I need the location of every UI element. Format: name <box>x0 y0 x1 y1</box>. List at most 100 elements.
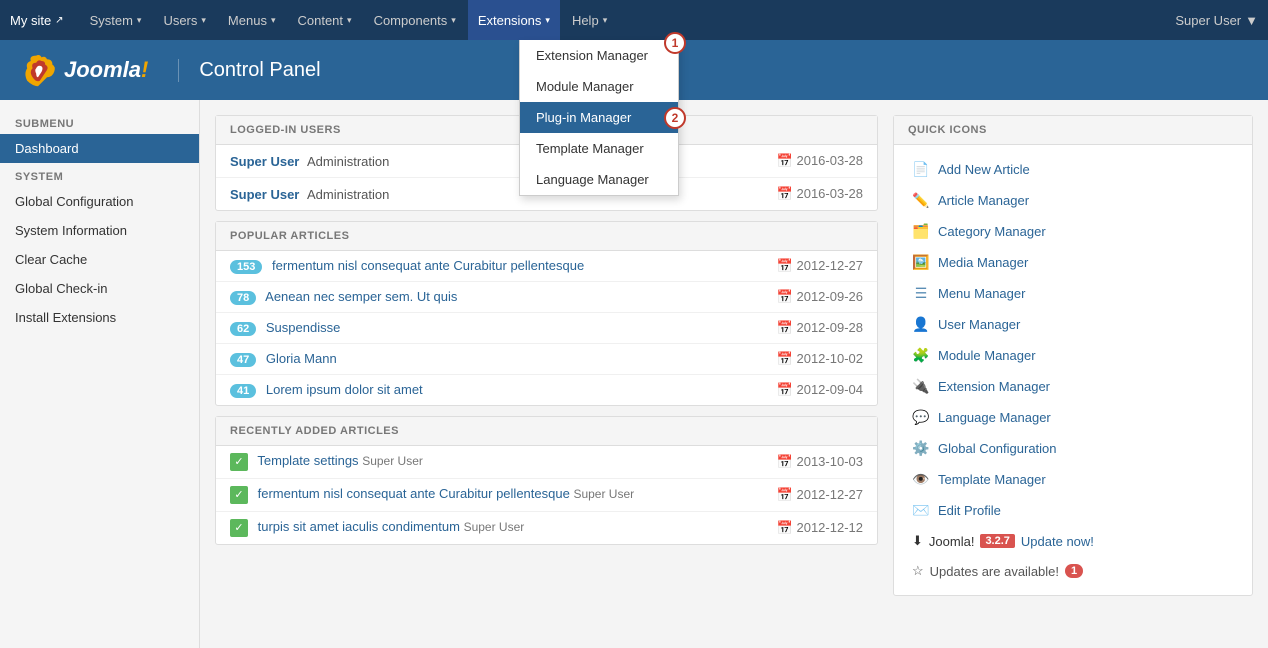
updates-label: Updates are available! <box>930 564 1059 579</box>
main-content: LOGGED-IN USERS Super User Administratio… <box>200 100 1268 648</box>
template-manager-icon: 👁️ <box>912 471 930 488</box>
media-manager-icon: 🖼️ <box>912 254 930 271</box>
article-count: 47 <box>230 353 256 367</box>
top-navbar: My site ↗ System▾Users▾Menus▾Content▾Com… <box>0 0 1268 40</box>
recent-cell: ✓ turpis sit amet iaculis condimentum Su… <box>216 512 739 545</box>
quick-icon-add-article[interactable]: 📄Add New Article <box>904 155 1242 184</box>
add-article-icon: 📄 <box>912 161 930 178</box>
table-row: 62 Suspendisse 📅 2012-09-28 <box>216 313 877 344</box>
nav-item-extensions[interactable]: Extensions▾ <box>468 0 560 40</box>
nav-label: System <box>90 13 133 28</box>
date-cell: 📅 2012-12-27 <box>739 479 877 512</box>
chevron-icon: ▾ <box>137 15 142 26</box>
quick-icon-label: Extension Manager <box>938 379 1050 394</box>
article-link[interactable]: Aenean nec semper sem. Ut quis <box>265 289 457 304</box>
article-cell: 41 Lorem ipsum dolor sit amet <box>216 375 725 406</box>
quick-icon-user-manager[interactable]: 👤User Manager <box>904 310 1242 339</box>
user-manager-icon: 👤 <box>912 316 930 333</box>
chevron-icon: ▾ <box>451 15 456 26</box>
quick-icon-language-manager[interactable]: 💬Language Manager <box>904 403 1242 432</box>
article-link[interactable]: Lorem ipsum dolor sit amet <box>266 382 423 397</box>
dropdown-item-extension-manager[interactable]: Extension Manager1 <box>520 40 678 71</box>
sidebar-item-global-checkin[interactable]: Global Check-in <box>0 274 199 303</box>
nav-item-users[interactable]: Users▾ <box>153 0 215 40</box>
joomla-label: Joomla! <box>929 534 975 549</box>
step-2-circle: 2 <box>664 107 686 129</box>
popular-articles-panel: POPULAR ARTICLES 153 fermentum nisl cons… <box>215 221 878 406</box>
quick-icon-edit-profile[interactable]: ✉️Edit Profile <box>904 496 1242 525</box>
article-link[interactable]: Gloria Mann <box>266 351 337 366</box>
date-cell: 📅 2012-10-02 <box>725 344 877 375</box>
quick-icon-article-manager[interactable]: ✏️Article Manager <box>904 186 1242 215</box>
site-link[interactable]: My site ↗ <box>10 13 64 28</box>
module-manager-icon: 🧩 <box>912 347 930 364</box>
quick-icon-category-manager[interactable]: 🗂️Category Manager <box>904 217 1242 246</box>
article-cell: 47 Gloria Mann <box>216 344 725 375</box>
quick-icons-panel: QUICK ICONS 📄Add New Article✏️Article Ma… <box>893 115 1253 596</box>
article-cell: 78 Aenean nec semper sem. Ut quis <box>216 282 725 313</box>
quick-icon-label: Edit Profile <box>938 503 1001 518</box>
table-row: ✓ Template settings Super User 📅 2013-10… <box>216 446 877 479</box>
chevron-icon: ▾ <box>603 15 608 26</box>
sidebar: SUBMENU Dashboard SYSTEM Global Configur… <box>0 100 200 648</box>
quick-icon-media-manager[interactable]: 🖼️ Media Manager <box>904 248 1242 277</box>
date-cell: 📅 2012-09-04 <box>725 375 877 406</box>
extension-manager-icon: 🔌 <box>912 378 930 395</box>
table-row: ✓ fermentum nisl consequat ante Curabitu… <box>216 479 877 512</box>
joomla-flame-icon <box>20 52 56 88</box>
nav-label: Users <box>163 13 197 28</box>
nav-item-help[interactable]: Help▾ <box>562 0 617 40</box>
recent-article-link[interactable]: Template settings <box>257 453 358 468</box>
table-row: ✓ turpis sit amet iaculis condimentum Su… <box>216 512 877 545</box>
calendar-icon: 📅 <box>777 454 793 469</box>
updates-count-badge: 1 <box>1065 564 1083 578</box>
nav-item-content[interactable]: Content▾ <box>287 0 361 40</box>
super-user-menu[interactable]: Super User ▼ <box>1175 13 1258 28</box>
check-icon: ✓ <box>230 453 248 471</box>
dropdown-item-module-manager[interactable]: Module Manager <box>520 71 678 102</box>
article-link[interactable]: Suspendisse <box>266 320 340 335</box>
user-role: Administration <box>307 154 389 169</box>
global-config-icon: ⚙️ <box>912 440 930 457</box>
dropdown-item-plugin-manager[interactable]: Plug-in Manager2 <box>520 102 678 133</box>
recently-added-body: ✓ Template settings Super User 📅 2013-10… <box>216 446 877 544</box>
date-cell: 📅 2012-12-12 <box>739 512 877 545</box>
nav-item-system[interactable]: System ▾ <box>80 0 152 40</box>
nav-label: Extensions <box>478 13 542 28</box>
quick-icon-module-manager[interactable]: 🧩Module Manager <box>904 341 1242 370</box>
article-link[interactable]: fermentum nisl consequat ante Curabitur … <box>272 258 584 273</box>
sidebar-item-system-info[interactable]: System Information <box>0 216 199 245</box>
sidebar-item-clear-cache[interactable]: Clear Cache <box>0 245 199 274</box>
quick-icon-template-manager[interactable]: 👁️Template Manager <box>904 465 1242 494</box>
nav-items: System▾Users▾Menus▾Content▾Components▾Ex… <box>80 0 1176 40</box>
sidebar-item-dashboard[interactable]: Dashboard <box>0 134 199 163</box>
user-link[interactable]: Super User <box>230 187 299 202</box>
nav-item-menus[interactable]: Menus▾ <box>218 0 286 40</box>
sidebar-item-install-ext[interactable]: Install Extensions <box>0 303 199 332</box>
article-count: 62 <box>230 322 256 336</box>
sidebar-item-global-config[interactable]: Global Configuration <box>0 187 199 216</box>
recent-cell: ✓ Template settings Super User <box>216 446 739 479</box>
dropdown-item-language-manager[interactable]: Language Manager <box>520 164 678 195</box>
updates-available-row: ☆ Updates are available! 1 <box>904 557 1242 585</box>
quick-icon-global-config[interactable]: ⚙️Global Configuration <box>904 434 1242 463</box>
site-label: My site <box>10 13 51 28</box>
recent-article-link[interactable]: fermentum nisl consequat ante Curabitur … <box>258 486 570 501</box>
quick-icon-label: Article Manager <box>938 193 1029 208</box>
nav-item-components[interactable]: Components▾ <box>364 0 466 40</box>
quick-icon-label: Media Manager <box>938 255 1028 270</box>
recent-article-link[interactable]: turpis sit amet iaculis condimentum <box>258 519 460 534</box>
joomla-version-badge: 3.2.7 <box>980 534 1014 548</box>
joomla-logo: Joomla! <box>20 52 148 88</box>
dropdown-item-template-manager[interactable]: Template Manager <box>520 133 678 164</box>
user-link[interactable]: Super User <box>230 154 299 169</box>
step-1-circle: 1 <box>664 32 686 54</box>
right-panel: QUICK ICONS 📄Add New Article✏️Article Ma… <box>893 115 1253 633</box>
check-icon: ✓ <box>230 519 248 537</box>
recent-cell: ✓ fermentum nisl consequat ante Curabitu… <box>216 479 739 512</box>
quick-icon-menu-manager[interactable]: ☰Menu Manager <box>904 279 1242 308</box>
nav-label: Menus <box>228 13 267 28</box>
update-now-link[interactable]: Update now! <box>1021 534 1094 549</box>
quick-icon-extension-manager[interactable]: 🔌 Extension Manager <box>904 372 1242 401</box>
nav-label: Content <box>297 13 343 28</box>
